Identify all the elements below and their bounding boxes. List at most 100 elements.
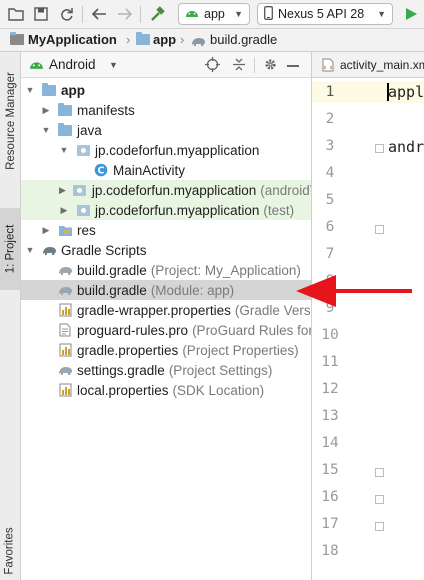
tab-favorites[interactable]: Favorites [0, 522, 20, 580]
gradle-elephant-icon [57, 263, 73, 277]
breadcrumb-module[interactable]: app [153, 32, 176, 47]
device-select[interactable]: Nexus 5 API 28 ▼ [257, 3, 393, 25]
tree-item-label: build.gradle [77, 282, 147, 298]
package-icon [75, 143, 91, 157]
breadcrumb-project[interactable]: MyApplication [28, 32, 117, 47]
tab-resource-manager-label: Resource Manager [4, 72, 17, 170]
tree-item-label: jp.codeforfun.myapplication [95, 142, 260, 158]
tree-item-package-main[interactable]: ▼ jp.codeforfun.myapplication [21, 140, 311, 160]
annotation-arrow [296, 275, 412, 307]
collapsed-arrow-icon[interactable]: ▶ [59, 185, 66, 196]
tree-item-hint: (Module: app) [150, 282, 235, 298]
expanded-arrow-icon[interactable]: ▼ [25, 85, 35, 95]
folder-icon [57, 122, 73, 137]
sync-icon[interactable] [56, 4, 76, 24]
view-mode-select[interactable]: Android [49, 57, 96, 72]
collapsed-arrow-icon[interactable]: ▶ [59, 205, 69, 216]
tree-item-gradle-scripts[interactable]: ▼ Gradle Scripts [21, 240, 311, 260]
tree-item-label: jp.codeforfun.myapplication [91, 182, 257, 198]
android-icon [29, 58, 44, 73]
chevron-down-icon: ▼ [234, 9, 243, 19]
gradle-elephant-icon [41, 243, 57, 257]
svg-text:C: C [98, 166, 105, 177]
fold-marker-icon[interactable] [375, 495, 384, 504]
tree-item-label: manifests [77, 102, 135, 118]
tree-item-manifests[interactable]: ▶ manifests [21, 100, 311, 120]
tree-item-build-gradle-module[interactable]: build.gradle (Module: app) [21, 280, 311, 300]
tab-favorites-label: Favorites [4, 527, 17, 575]
device-label: Nexus 5 API 28 [278, 7, 365, 21]
save-icon[interactable] [31, 4, 51, 24]
run-config-select[interactable]: app ▼ [178, 3, 250, 25]
forward-arrow-icon[interactable] [114, 4, 134, 24]
folder-icon [10, 32, 24, 45]
expanded-arrow-icon[interactable]: ▼ [59, 145, 69, 155]
locate-target-icon[interactable] [205, 57, 220, 75]
tree-item-res[interactable]: ▶ res [21, 220, 311, 240]
collapse-all-icon[interactable] [232, 57, 246, 75]
tree-item-package-test[interactable]: ▶ jp.codeforfun.myapplication (test) [21, 200, 311, 220]
chevron-down-icon[interactable]: ▼ [109, 60, 118, 70]
tree-item-label: jp.codeforfun.myapplication [95, 202, 260, 218]
toolbar-divider [140, 6, 141, 23]
line-number: 16 [321, 489, 339, 505]
properties-file-icon [57, 303, 73, 317]
fold-marker-icon[interactable] [375, 522, 384, 531]
editor-tab-title[interactable]: activity_main.xml [340, 58, 424, 72]
tree-item-proguard-rules[interactable]: proguard-rules.pro (ProGuard Rules for a… [21, 320, 311, 340]
editor-tab-bar: activity_main.xml [312, 52, 424, 78]
tree-item-local-properties[interactable]: local.properties (SDK Location) [21, 380, 311, 400]
collapsed-arrow-icon[interactable]: ▶ [41, 225, 51, 236]
tree-item-hint: (ProGuard Rules for app) [192, 322, 311, 338]
tree-item-hint: (SDK Location) [172, 382, 265, 398]
tree-item-gradle-wrapper-properties[interactable]: gradle-wrapper.properties (Gradle Versio… [21, 300, 311, 320]
android-icon [185, 7, 199, 21]
tab-project[interactable]: 1: Project [0, 208, 20, 290]
minimize-icon[interactable] [287, 65, 299, 67]
tree-item-java[interactable]: ▼ java [21, 120, 311, 140]
folder-icon [136, 32, 150, 45]
properties-file-icon [57, 343, 73, 357]
toolbar-divider [82, 6, 83, 23]
fold-marker-icon[interactable] [375, 468, 384, 477]
line-number: 6 [325, 219, 335, 235]
tree-item-gradle-properties[interactable]: gradle.properties (Project Properties) [21, 340, 311, 360]
tree-item-build-gradle-project[interactable]: build.gradle (Project: My_Application) [21, 260, 311, 280]
run-play-icon[interactable] [401, 4, 421, 24]
gear-icon[interactable] [263, 57, 278, 75]
line-number: 2 [325, 111, 335, 127]
expanded-arrow-icon[interactable]: ▼ [25, 245, 35, 255]
code-line-3[interactable]: andr [388, 138, 424, 156]
line-number: 18 [321, 543, 339, 559]
tree-item-label: res [77, 222, 96, 238]
properties-file-icon [57, 383, 73, 397]
open-folder-icon[interactable] [6, 4, 26, 24]
back-arrow-icon[interactable] [89, 4, 109, 24]
tree-item-mainactivity[interactable]: C MainActivity [21, 160, 311, 180]
code-line-1[interactable]: appl [388, 83, 424, 101]
expanded-arrow-icon[interactable]: ▼ [41, 125, 51, 135]
tab-project-label: 1: Project [4, 224, 17, 274]
build-hammer-icon[interactable] [147, 4, 167, 24]
tree-item-label: local.properties [77, 382, 169, 398]
code-editor: activity_main.xml 1234567891011121314151… [311, 52, 424, 580]
breadcrumb-file[interactable]: build.gradle [210, 32, 277, 47]
gradle-elephant-icon [190, 35, 206, 50]
project-panel-header: Android ▼ [21, 52, 311, 78]
line-number: 10 [321, 327, 339, 343]
tree-item-label: settings.gradle [77, 362, 165, 378]
tab-resource-manager[interactable]: Resource Manager [1, 52, 20, 190]
tree-item-settings-gradle[interactable]: settings.gradle (Project Settings) [21, 360, 311, 380]
class-icon: C [93, 163, 109, 177]
line-number: 4 [325, 165, 335, 181]
tree-item-package-androidtest[interactable]: ▶ jp.codeforfun.myapplication (androidTe… [21, 180, 311, 200]
text-file-icon [57, 323, 73, 337]
line-number: 15 [321, 462, 339, 478]
collapsed-arrow-icon[interactable]: ▶ [41, 105, 51, 116]
tree-item-app[interactable]: ▼ app [21, 80, 311, 100]
fold-marker-icon[interactable] [375, 225, 384, 234]
fold-marker-icon[interactable] [375, 144, 384, 153]
line-number: 1 [325, 84, 335, 100]
chevron-down-icon: ▼ [377, 9, 386, 19]
phone-icon [264, 5, 273, 23]
